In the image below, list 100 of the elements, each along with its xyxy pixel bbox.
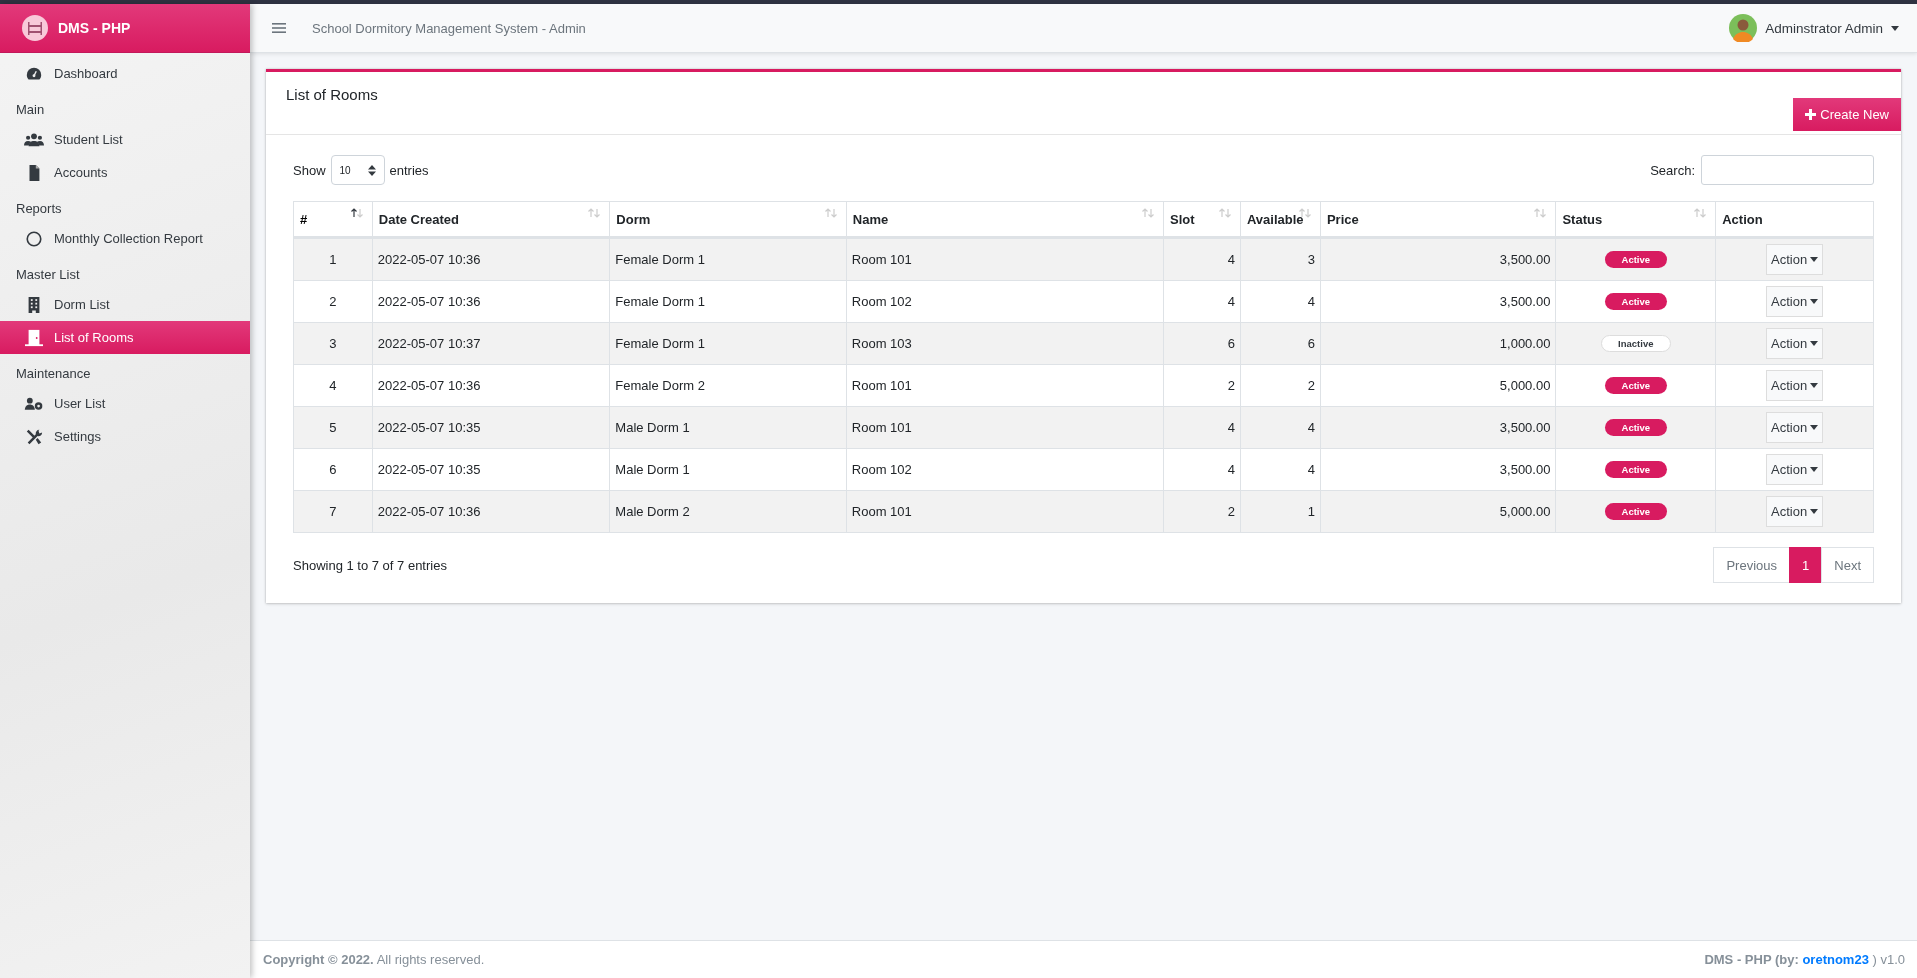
table-cell: 6 bbox=[293, 448, 373, 491]
table-cell: Male Dorm 1 bbox=[609, 448, 847, 491]
circle-icon bbox=[24, 229, 44, 248]
table-cell: 4 bbox=[1240, 406, 1321, 449]
table-cell: Room 101 bbox=[846, 406, 1164, 449]
table-cell: 2 bbox=[1163, 364, 1241, 407]
table-cell: 4 bbox=[1240, 448, 1321, 491]
status-badge: Active bbox=[1604, 251, 1668, 268]
table-cell: 3,500.00 bbox=[1320, 280, 1556, 323]
copyright-text: Copyright © 2022. All rights reserved. bbox=[263, 952, 485, 967]
table-cell: 6 bbox=[1163, 322, 1241, 365]
table-cell: 2022-05-07 10:36 bbox=[372, 280, 610, 323]
table-cell: Female Dorm 1 bbox=[609, 237, 847, 281]
table-cell: 4 bbox=[1163, 448, 1241, 491]
nav-item[interactable]: Accounts bbox=[0, 156, 250, 189]
table-cell: 3,500.00 bbox=[1320, 448, 1556, 491]
table-cell: 7 bbox=[293, 490, 373, 533]
table-cell: 2022-05-07 10:35 bbox=[372, 406, 610, 449]
table-cell: 5,000.00 bbox=[1320, 490, 1556, 533]
table-cell: 4 bbox=[1163, 406, 1241, 449]
caret-icon bbox=[1810, 383, 1819, 388]
nav-item[interactable]: List of Rooms bbox=[0, 321, 250, 354]
nav-item[interactable]: Monthly Collection Report bbox=[0, 222, 250, 255]
action-dropdown[interactable]: Action bbox=[1766, 244, 1824, 275]
sort-icon[interactable] bbox=[1217, 208, 1232, 218]
table-cell: Male Dorm 2 bbox=[609, 490, 847, 533]
caret-icon bbox=[1810, 341, 1819, 346]
pagination-button[interactable]: Next bbox=[1821, 547, 1874, 583]
table-cell: 3,500.00 bbox=[1320, 406, 1556, 449]
status-badge: Inactive bbox=[1601, 335, 1671, 352]
action-dropdown[interactable]: Action bbox=[1766, 496, 1824, 527]
table-cell: Room 102 bbox=[846, 448, 1164, 491]
table-cell: 3 bbox=[1240, 237, 1321, 281]
action-dropdown[interactable]: Action bbox=[1766, 412, 1824, 443]
status-badge: Active bbox=[1604, 293, 1668, 310]
table-cell: 4 bbox=[1240, 280, 1321, 323]
table-cell: Room 102 bbox=[846, 280, 1164, 323]
nav-section-header: Maintenance bbox=[15, 365, 92, 383]
sort-icon[interactable] bbox=[1533, 208, 1548, 218]
nav-item[interactable]: Settings bbox=[0, 420, 250, 453]
show-label: Show bbox=[293, 162, 326, 178]
plus-icon bbox=[1805, 109, 1817, 120]
table-cell: Female Dorm 2 bbox=[609, 364, 847, 407]
door-icon bbox=[24, 328, 44, 347]
status-badge: Active bbox=[1604, 419, 1668, 436]
avatar-icon bbox=[1729, 14, 1758, 42]
author-link[interactable]: oretnom23 bbox=[1802, 952, 1869, 967]
bunk-bed-icon bbox=[22, 15, 48, 41]
table-cell: 2022-05-07 10:36 bbox=[372, 490, 610, 533]
caret-icon bbox=[1810, 467, 1819, 472]
table-cell: 2022-05-07 10:37 bbox=[372, 322, 610, 365]
create-new-button[interactable]: Create New bbox=[1793, 98, 1901, 131]
status-badge: Active bbox=[1604, 503, 1668, 520]
action-dropdown[interactable]: Action bbox=[1766, 328, 1824, 359]
status-badge: Active bbox=[1604, 377, 1668, 394]
table-cell: Male Dorm 1 bbox=[609, 406, 847, 449]
caret-icon bbox=[1810, 509, 1819, 514]
table-cell: 2022-05-07 10:35 bbox=[372, 448, 610, 491]
table-cell: 1,000.00 bbox=[1320, 322, 1556, 365]
sort-icon[interactable] bbox=[1693, 208, 1708, 218]
table-info: Showing 1 to 7 of 7 entries bbox=[293, 557, 447, 573]
nav-item[interactable]: User List bbox=[0, 387, 250, 420]
table-cell: 2022-05-07 10:36 bbox=[372, 237, 610, 281]
action-dropdown[interactable]: Action bbox=[1766, 286, 1824, 317]
pagination-button[interactable]: 1 bbox=[1789, 547, 1823, 583]
sort-ascending-icon[interactable] bbox=[349, 208, 364, 218]
table-cell: 5 bbox=[293, 406, 373, 449]
sort-icon[interactable] bbox=[1141, 208, 1156, 218]
table-cell: Room 103 bbox=[846, 322, 1164, 365]
search-label: Search: bbox=[1650, 162, 1695, 178]
table-cell: 6 bbox=[1240, 322, 1321, 365]
pagination-button[interactable]: Previous bbox=[1713, 547, 1791, 583]
nav-section-header: Main bbox=[15, 101, 46, 119]
tools-icon bbox=[24, 427, 44, 446]
table-cell: Room 101 bbox=[846, 237, 1164, 281]
app-title: School Dormitory Management System - Admin bbox=[312, 20, 586, 36]
nav-item[interactable]: Student List bbox=[0, 123, 250, 156]
table-cell: 3,500.00 bbox=[1320, 237, 1556, 281]
sort-icon[interactable] bbox=[823, 208, 838, 218]
nav-item[interactable]: Dashboard bbox=[0, 57, 250, 90]
entries-select[interactable]: 10 bbox=[330, 155, 385, 185]
table-cell: 1 bbox=[293, 237, 373, 281]
search-field[interactable] bbox=[1701, 155, 1874, 185]
status-badge: Active bbox=[1604, 461, 1668, 478]
nav-item[interactable]: Dorm List bbox=[0, 288, 250, 321]
user-menu[interactable]: Adminstrator Admin bbox=[1729, 14, 1899, 42]
action-dropdown[interactable]: Action bbox=[1766, 370, 1824, 401]
table-cell: 4 bbox=[1163, 237, 1241, 281]
table-cell: 4 bbox=[1163, 280, 1241, 323]
sort-icon[interactable] bbox=[587, 208, 602, 218]
menu-icon[interactable] bbox=[272, 22, 286, 34]
table-cell: 4 bbox=[293, 364, 373, 407]
table-cell: 2 bbox=[293, 280, 373, 323]
card-title: List of Rooms bbox=[286, 86, 378, 103]
table-cell: 1 bbox=[1240, 490, 1321, 533]
table-cell: Room 101 bbox=[846, 364, 1164, 407]
action-dropdown[interactable]: Action bbox=[1766, 454, 1824, 485]
nav-section-header: Master List bbox=[15, 266, 81, 284]
table-cell: 2 bbox=[1240, 364, 1321, 407]
caret-icon bbox=[1810, 425, 1819, 430]
